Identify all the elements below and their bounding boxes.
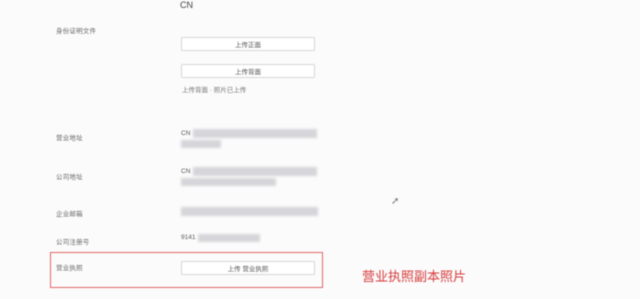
upload-license-button[interactable]: 上传 营业执照 <box>181 261 315 275</box>
redacted-email <box>181 207 318 216</box>
license-label: 营业执照 <box>56 265 83 272</box>
office-address-value: CN <box>181 168 191 175</box>
cursor-icon: ➚ <box>391 196 400 207</box>
upload-back-button[interactable]: 上传背面 <box>181 64 315 78</box>
redacted-address <box>193 129 317 138</box>
annotation-text: 营业执照副本照片 <box>362 269 467 284</box>
office-address-label: 公司地址 <box>56 174 83 181</box>
upload-front-button[interactable]: 上传正面 <box>181 37 315 51</box>
redacted-office-line2 <box>181 178 276 186</box>
redacted-registration <box>198 234 260 242</box>
redacted-address-line2 <box>181 140 221 148</box>
address-value: CN <box>181 130 191 137</box>
registration-label: 公司注册号 <box>56 239 90 246</box>
email-label: 企业邮箱 <box>56 211 83 218</box>
redacted-office <box>193 167 317 176</box>
address-label: 营业地址 <box>56 135 83 142</box>
registration-value: 9141 <box>181 234 196 241</box>
upload-hint: 上传背面 · 照片已上传 <box>182 87 247 94</box>
id-document-label: 身份证明文件 <box>56 28 97 35</box>
country-value: CN <box>180 0 193 10</box>
